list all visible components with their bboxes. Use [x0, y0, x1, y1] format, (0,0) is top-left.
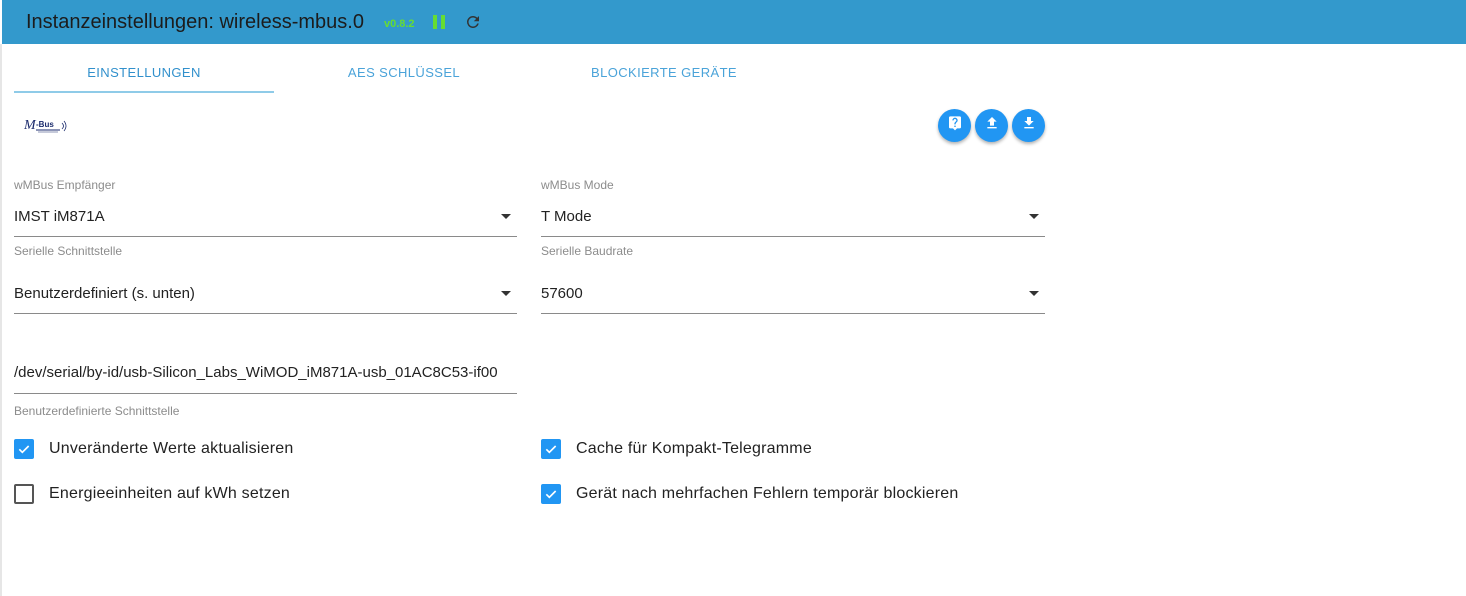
update-unchanged-checkbox[interactable]: Unveränderte Werte aktualisieren [14, 439, 293, 459]
reload-icon[interactable] [463, 12, 483, 32]
custom-port-input[interactable] [14, 351, 517, 394]
block-devices-checkbox[interactable]: Gerät nach mehrfachen Fehlern temporär b… [541, 484, 958, 504]
tab-settings[interactable]: EINSTELLUNGEN [14, 52, 274, 92]
download-button[interactable] [1012, 109, 1045, 142]
chevron-down-icon [501, 214, 511, 219]
checkbox-checked-icon[interactable] [541, 439, 561, 459]
download-icon [1021, 115, 1037, 136]
left-border [0, 44, 2, 596]
header-bar: Instanzeinstellungen: wireless-mbus.0 v0… [2, 0, 1466, 44]
checkbox-checked-icon[interactable] [14, 439, 34, 459]
upload-button[interactable] [975, 109, 1008, 142]
chevron-down-icon [1029, 291, 1039, 296]
checkbox-checked-icon[interactable] [541, 484, 561, 504]
action-buttons [938, 109, 1045, 142]
custom-port-label: Benutzerdefinierte Schnittstelle [14, 404, 180, 418]
energy-kwh-checkbox[interactable]: Energieeinheiten auf kWh setzen [14, 484, 290, 504]
tab-aes-keys[interactable]: AES SCHLÜSSEL [274, 52, 534, 92]
block-devices-label: Gerät nach mehrfachen Fehlern temporär b… [576, 485, 959, 502]
receiver-select[interactable]: IMST iM871A [14, 197, 517, 237]
tab-blocked-devices[interactable]: BLOCKIERTE GERÄTE [534, 52, 794, 92]
serial-port-value: Benutzerdefiniert (s. unten) [14, 285, 195, 302]
mode-value: T Mode [541, 208, 592, 225]
active-tab-indicator [14, 91, 274, 93]
chevron-down-icon [501, 291, 511, 296]
help-icon [947, 115, 963, 136]
svg-text:-Bus: -Bus [36, 120, 54, 129]
mbus-logo: M -Bus [23, 116, 70, 136]
receiver-label: wMBus Empfänger [14, 178, 116, 192]
checkbox-unchecked-icon[interactable] [14, 484, 34, 504]
mode-select[interactable]: T Mode [541, 197, 1045, 237]
baudrate-value: 57600 [541, 285, 583, 302]
serial-port-label: Serielle Schnittstelle [14, 244, 123, 258]
receiver-value: IMST iM871A [14, 208, 105, 225]
mode-label: wMBus Mode [541, 178, 614, 192]
energy-kwh-label: Energieeinheiten auf kWh setzen [49, 485, 291, 502]
baudrate-select[interactable]: 57600 [541, 274, 1045, 314]
baudrate-label: Serielle Baudrate [541, 244, 634, 258]
version-badge: v0.8.2 [383, 18, 415, 30]
update-unchanged-label: Unveränderte Werte aktualisieren [49, 440, 294, 457]
help-button[interactable] [938, 109, 971, 142]
page-title: Instanzeinstellungen: wireless-mbus.0 [26, 10, 364, 33]
pause-icon[interactable] [432, 15, 445, 29]
chevron-down-icon [1029, 214, 1039, 219]
upload-icon [984, 115, 1000, 136]
serial-port-select[interactable]: Benutzerdefiniert (s. unten) [14, 274, 517, 314]
cache-compact-checkbox[interactable]: Cache für Kompakt-Telegramme [541, 439, 812, 459]
cache-compact-label: Cache für Kompakt-Telegramme [576, 440, 812, 457]
